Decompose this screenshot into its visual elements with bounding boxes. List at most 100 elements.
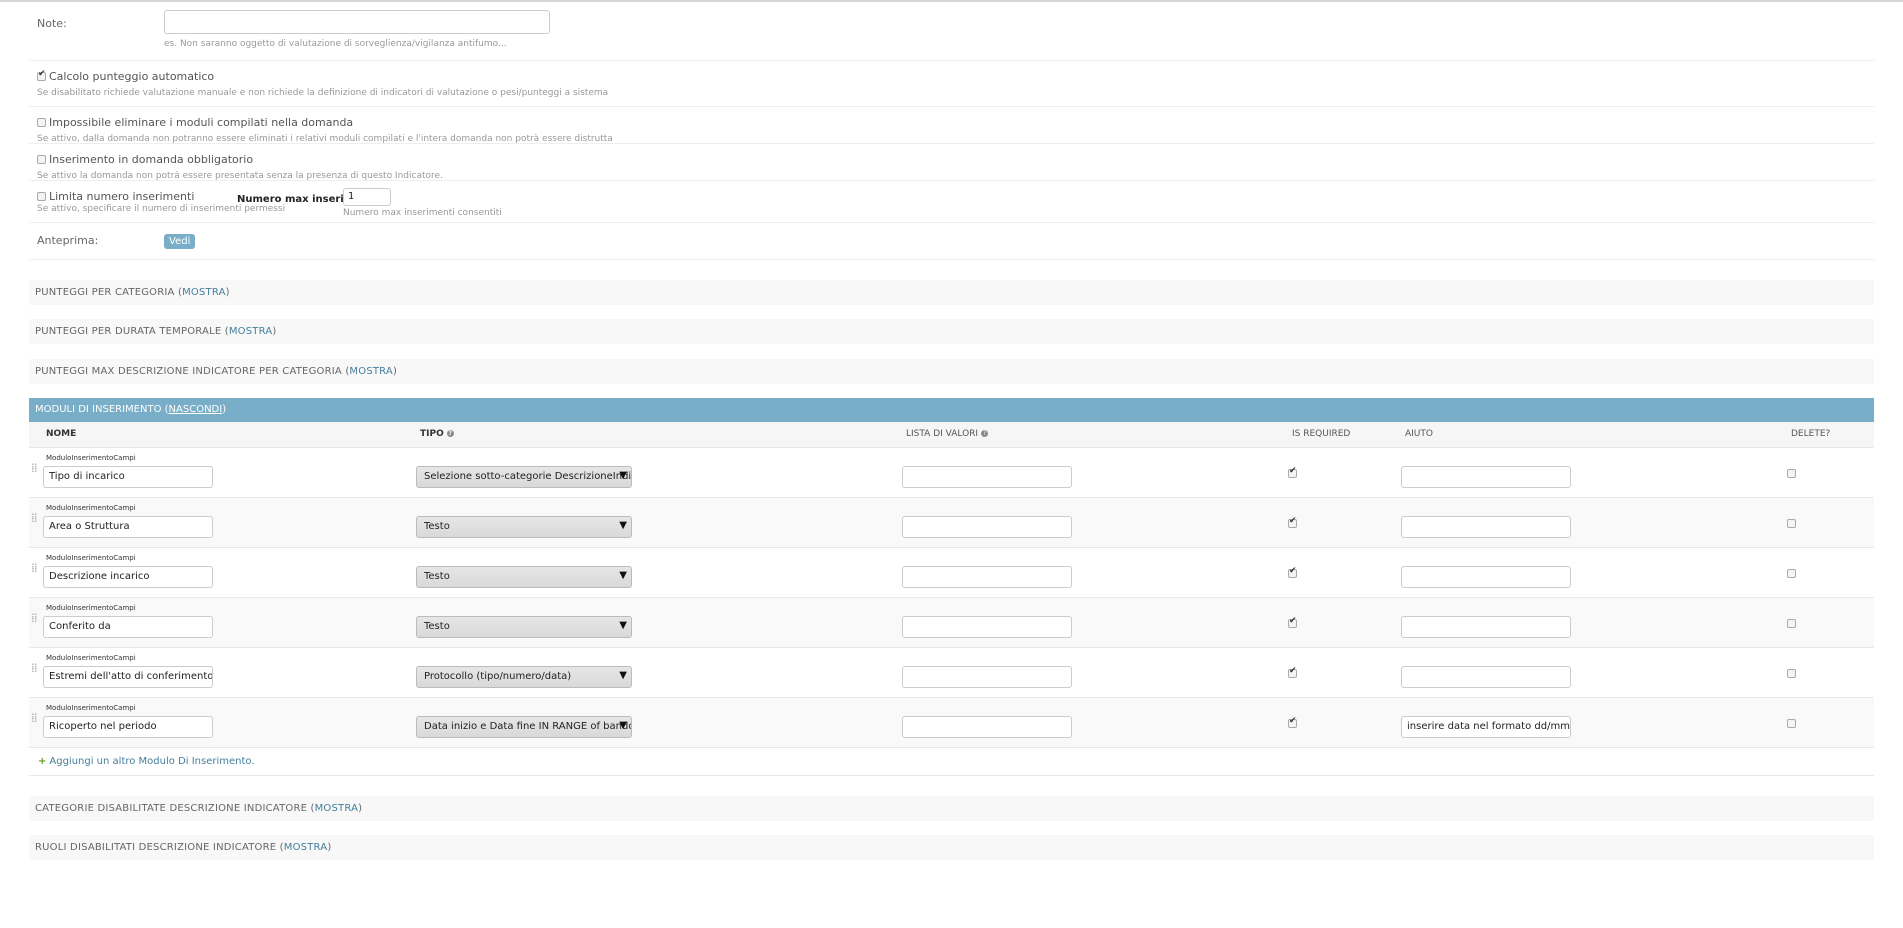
col-tipo: TIPO <box>420 429 444 440</box>
section-punteggi-max: PUNTEGGI MAX DESCRIZIONE INDICATORE PER … <box>29 359 1874 384</box>
mandatory-label: Inserimento in domanda obbligatorio <box>49 153 254 166</box>
nome-input[interactable]: Tipo di incarico <box>43 465 213 488</box>
limit-checkbox[interactable] <box>37 192 46 201</box>
aiuto-cell <box>1401 647 1787 698</box>
tipo-select[interactable]: Data inizio e Data fine IN RANGE of band… <box>416 715 632 738</box>
mandatory-checkbox[interactable] <box>37 155 46 164</box>
section-ruoli-disabilitati: RUOLI DISABILITATI DESCRIZIONE INDICATOR… <box>29 834 1874 860</box>
nome-input[interactable]: Conferito da <box>43 615 213 638</box>
delete-cell <box>1787 597 1874 648</box>
section-title: MODULI DI INSERIMENTO <box>35 404 162 415</box>
tipo-cell: Selezione sotto-categorie DescrizioneInd… <box>416 447 902 498</box>
tipo-select[interactable]: Testo ▼ <box>416 515 632 538</box>
nome-input[interactable]: Area o Struttura <box>43 515 213 538</box>
col-tipo-cell: TIPO? <box>416 422 902 448</box>
drag-handle-icon[interactable]: ⁞⁞ <box>31 612 39 624</box>
lista-valori-input[interactable] <box>902 615 1072 638</box>
select-arrow-icon: ▼ <box>619 669 627 681</box>
option-row-mandatory: Inserimento in domanda obbligatorio Se a… <box>29 144 1874 181</box>
note-label: Note: <box>37 17 67 30</box>
section-title: PUNTEGGI PER CATEGORIA <box>35 287 175 298</box>
col-required: IS REQUIRED <box>1288 422 1401 448</box>
select-arrow-icon: ▼ <box>619 569 627 581</box>
delete-checkbox[interactable] <box>1787 618 1796 628</box>
delete-checkbox[interactable] <box>1787 518 1796 528</box>
note-textarea[interactable] <box>164 10 550 34</box>
section-toggle-link[interactable]: NASCONDI <box>169 404 223 415</box>
lista-valori-input[interactable] <box>902 665 1072 688</box>
delete-checkbox[interactable] <box>1787 668 1796 678</box>
add-modulo-label: Aggiungi un altro Modulo Di Inserimento. <box>49 755 255 767</box>
aiuto-input[interactable] <box>1401 615 1571 638</box>
nome-cell: ⁞⁞ ModuloInserimentoCampi Conferito da <box>29 597 416 648</box>
is-required-checkbox[interactable] <box>1288 566 1297 578</box>
delete-cell <box>1787 497 1874 548</box>
is-required-checkbox[interactable] <box>1288 716 1297 728</box>
select-arrow-icon: ▼ <box>619 519 627 531</box>
section-toggle-link[interactable]: MOSTRA <box>182 287 226 298</box>
lista-valori-input[interactable] <box>902 465 1072 488</box>
nome-input[interactable]: Ricoperto nel periodo <box>43 715 213 738</box>
row-origin-label: ModuloInserimentoCampi <box>46 703 136 712</box>
select-arrow-icon: ▼ <box>619 619 627 631</box>
help-icon: ? <box>981 430 989 438</box>
max-inserimenti-input[interactable]: 1 <box>343 188 391 206</box>
required-cell <box>1288 547 1401 598</box>
section-title: CATEGORIE DISABILITATE DESCRIZIONE INDIC… <box>35 802 308 814</box>
lista-valori-input[interactable] <box>902 515 1072 538</box>
col-aiuto: AIUTO <box>1401 422 1787 448</box>
tipo-select[interactable]: Testo ▼ <box>416 565 632 588</box>
section-toggle-link[interactable]: MOSTRA <box>315 803 359 814</box>
nome-cell: ⁞⁞ ModuloInserimentoCampi Tipo di incarico <box>29 447 416 498</box>
no-delete-label: Impossibile eliminare i moduli compilati… <box>49 116 354 129</box>
table-row: ⁞⁞ ModuloInserimentoCampi Area o Struttura… <box>29 497 1874 548</box>
add-modulo-link[interactable]: + Aggiungi un altro Modulo Di Inserimento… <box>29 748 1874 776</box>
required-cell <box>1288 697 1401 748</box>
drag-handle-icon[interactable]: ⁞⁞ <box>31 462 39 474</box>
drag-handle-icon[interactable]: ⁞⁞ <box>31 662 39 674</box>
delete-checkbox[interactable] <box>1787 568 1796 578</box>
select-arrow-icon: ▼ <box>619 469 627 481</box>
limit-help: Se attivo, specificare il numero di inse… <box>37 204 286 214</box>
aiuto-input[interactable] <box>1401 515 1571 538</box>
no-delete-checkbox[interactable] <box>37 118 46 127</box>
tipo-select[interactable]: Selezione sotto-categorie DescrizioneInd… <box>416 465 632 488</box>
nome-input[interactable]: Descrizione incarico <box>43 565 213 588</box>
lista-cell <box>902 497 1288 548</box>
auto-score-checkbox[interactable] <box>37 69 46 81</box>
drag-handle-icon[interactable]: ⁞⁞ <box>31 512 39 524</box>
is-required-checkbox[interactable] <box>1288 616 1297 628</box>
is-required-checkbox[interactable] <box>1288 516 1297 528</box>
note-help: es. Non saranno oggetto di valutazione d… <box>164 39 507 49</box>
lista-valori-input[interactable] <box>902 715 1072 738</box>
drag-handle-icon[interactable]: ⁞⁞ <box>31 562 39 574</box>
lista-valori-input[interactable] <box>902 565 1072 588</box>
section-toggle-link[interactable]: MOSTRA <box>284 842 328 853</box>
nome-input[interactable]: Estremi dell'atto di conferimento (proto… <box>43 665 213 688</box>
aiuto-input[interactable] <box>1401 565 1571 588</box>
delete-checkbox[interactable] <box>1787 468 1796 478</box>
nome-cell: ⁞⁞ ModuloInserimentoCampi Descrizione inca… <box>29 547 416 598</box>
section-toggle-link[interactable]: MOSTRA <box>229 326 273 337</box>
aiuto-input[interactable] <box>1401 665 1571 688</box>
row-origin-label: ModuloInserimentoCampi <box>46 503 136 512</box>
tipo-cell: Testo ▼ <box>416 597 902 648</box>
select-arrow-icon: ▼ <box>619 719 627 731</box>
is-required-checkbox[interactable] <box>1288 666 1297 678</box>
aiuto-input[interactable]: inserire data nel formato dd/mm/yyyy opp… <box>1401 715 1571 738</box>
tipo-select-value: Data inizio e Data fine IN RANGE of band… <box>424 720 632 732</box>
section-categorie-disabilitate: CATEGORIE DISABILITATE DESCRIZIONE INDIC… <box>29 795 1874 821</box>
table-row: ⁞⁞ ModuloInserimentoCampi Tipo di incarico… <box>29 447 1874 498</box>
tipo-select[interactable]: Testo ▼ <box>416 615 632 638</box>
delete-checkbox[interactable] <box>1787 718 1796 728</box>
preview-button[interactable]: Vedi <box>164 234 196 249</box>
lista-cell <box>902 447 1288 498</box>
no-delete-help: Se attivo, dalla domanda non potranno es… <box>37 134 613 144</box>
lista-cell <box>902 697 1288 748</box>
drag-handle-icon[interactable]: ⁞⁞ <box>31 712 39 724</box>
tipo-select[interactable]: Protocollo (tipo/numero/data) ▼ <box>416 665 632 688</box>
is-required-checkbox[interactable] <box>1288 466 1297 478</box>
aiuto-input[interactable] <box>1401 465 1571 488</box>
aiuto-cell <box>1401 497 1787 548</box>
section-toggle-link[interactable]: MOSTRA <box>349 366 393 377</box>
